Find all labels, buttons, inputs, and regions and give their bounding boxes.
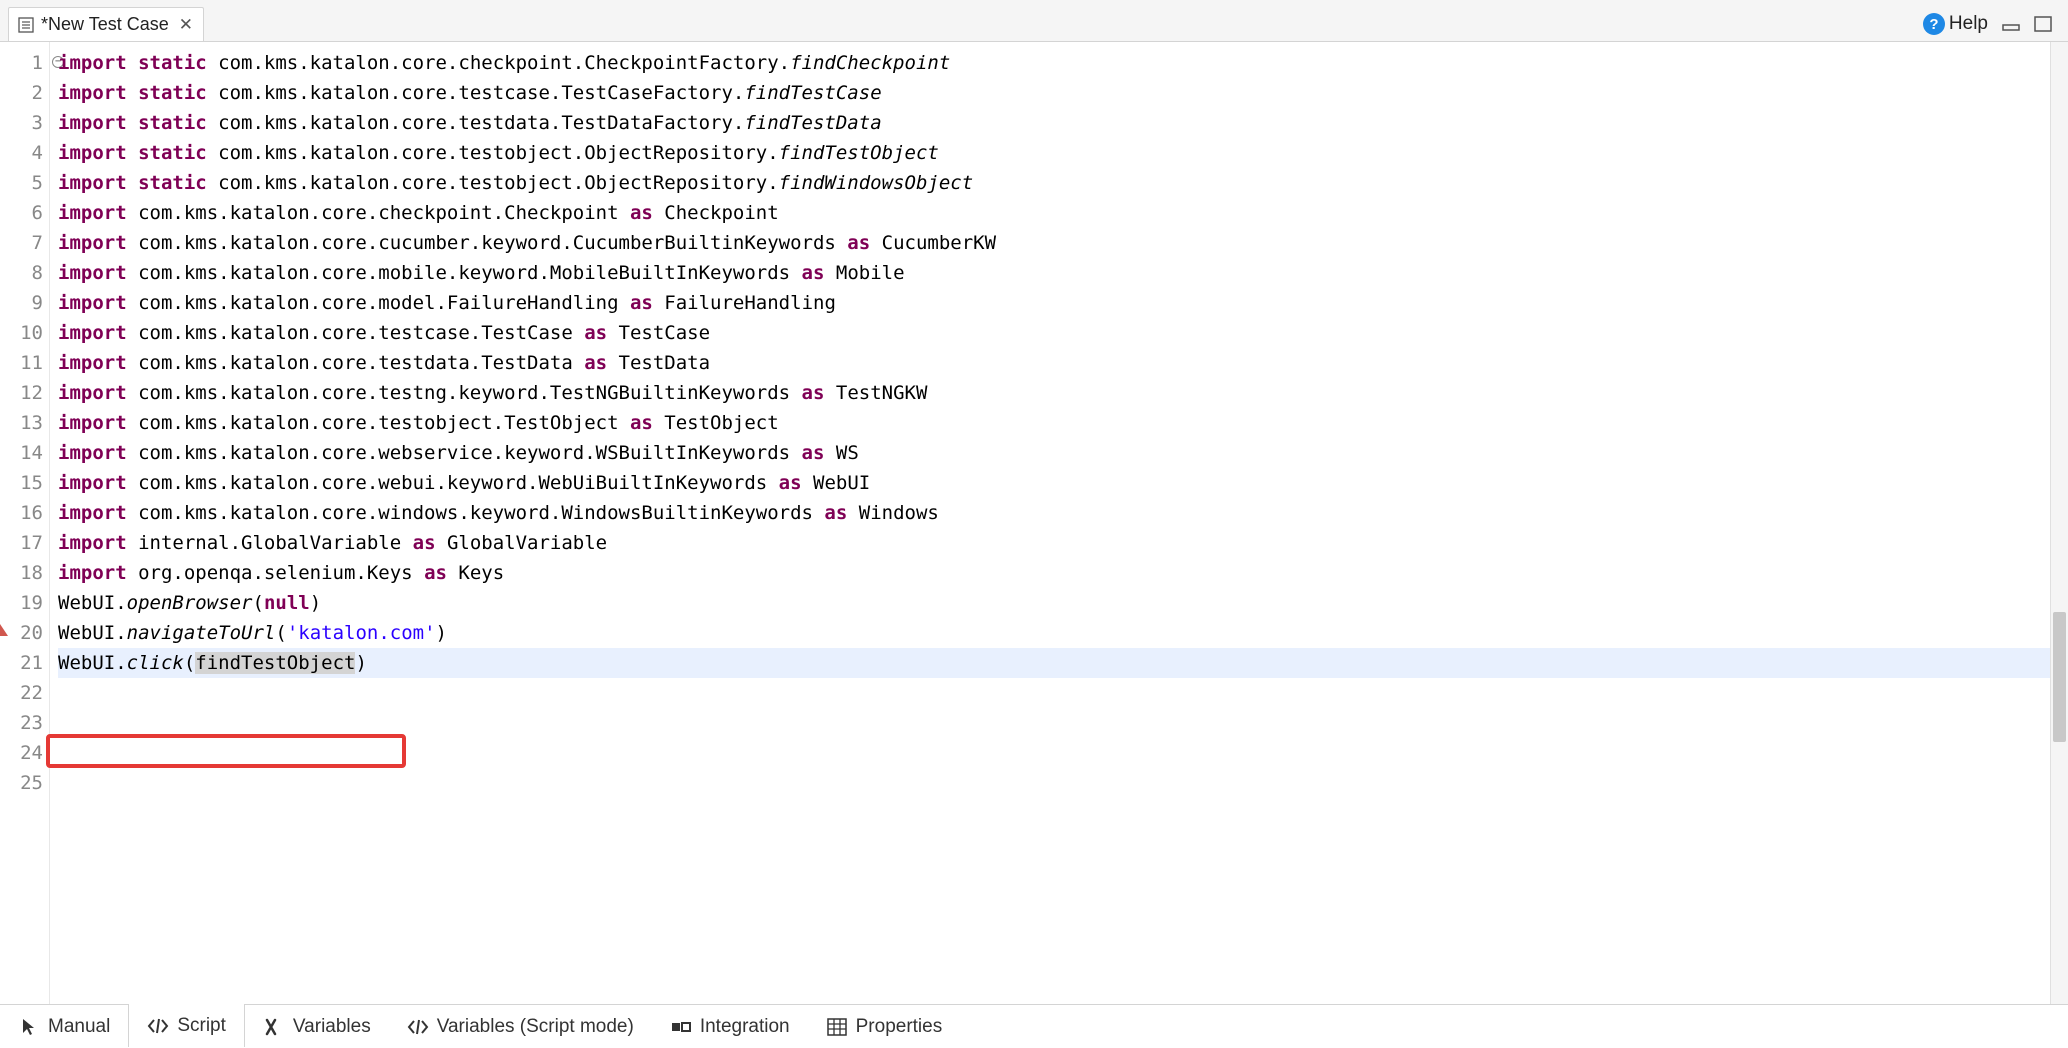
help-icon: ? [1923, 13, 1945, 35]
line-number: 4 [0, 138, 49, 168]
code-line[interactable]: import com.kms.katalon.core.testng.keywo… [58, 378, 2050, 408]
editor-tab[interactable]: *New Test Case ✕ [8, 7, 204, 41]
code-line[interactable]: import org.openqa.selenium.Keys as Keys [58, 558, 2050, 588]
bottom-tab-label: Variables (Script mode) [437, 1016, 634, 1038]
help-button[interactable]: ? Help [1923, 13, 1988, 35]
bottom-tab-script[interactable]: Script [128, 1004, 245, 1047]
code-line[interactable]: import com.kms.katalon.core.webui.keywor… [58, 468, 2050, 498]
line-number: 24 [0, 738, 49, 768]
line-number: 6 [0, 198, 49, 228]
code-line[interactable]: import com.kms.katalon.core.checkpoint.C… [58, 198, 2050, 228]
bottom-tab-properties[interactable]: Properties [808, 1005, 961, 1048]
line-number: 1− [0, 48, 49, 78]
code-line[interactable]: import static com.kms.katalon.core.check… [58, 48, 2050, 78]
code-line[interactable]: import com.kms.katalon.core.testobject.T… [58, 408, 2050, 438]
minimize-icon[interactable] [2002, 17, 2020, 31]
line-number: 20 [0, 618, 49, 648]
line-number: 19 [0, 588, 49, 618]
line-number: 9 [0, 288, 49, 318]
line-number: 23 [0, 708, 49, 738]
code-line[interactable]: import com.kms.katalon.core.testdata.Tes… [58, 348, 2050, 378]
bottom-tab-label: Properties [856, 1016, 943, 1038]
bottom-tab-label: Variables [293, 1016, 371, 1038]
warning-marker-icon[interactable] [0, 624, 8, 636]
line-number: 3 [0, 108, 49, 138]
code-line[interactable]: import static com.kms.katalon.core.testo… [58, 168, 2050, 198]
bottom-tab-variables-script-mode-[interactable]: Variables (Script mode) [389, 1005, 652, 1048]
tab-close-icon[interactable]: ✕ [179, 15, 193, 35]
line-number: 22 [0, 678, 49, 708]
code-line[interactable]: import com.kms.katalon.core.windows.keyw… [58, 498, 2050, 528]
line-number: 5 [0, 168, 49, 198]
line-number: 7 [0, 228, 49, 258]
x-icon [263, 1017, 285, 1037]
code-icon [147, 1016, 169, 1036]
bottom-tab-label: Manual [48, 1016, 110, 1038]
code-line[interactable]: WebUI.openBrowser(null) [58, 588, 2050, 618]
code-line[interactable]: WebUI.navigateToUrl('katalon.com') [58, 618, 2050, 648]
code-line[interactable]: import static com.kms.katalon.core.testd… [58, 108, 2050, 138]
code-line[interactable]: import com.kms.katalon.core.webservice.k… [58, 438, 2050, 468]
testcase-icon [17, 16, 35, 34]
line-number: 16 [0, 498, 49, 528]
line-number: 13 [0, 408, 49, 438]
code-line[interactable]: import static com.kms.katalon.core.testo… [58, 138, 2050, 168]
line-number: 14 [0, 438, 49, 468]
plug-icon [670, 1017, 692, 1037]
bottom-tab-bar: Manual Script Variables Variables (Script m… [0, 1004, 2068, 1048]
code-icon [407, 1017, 429, 1037]
line-number: 15 [0, 468, 49, 498]
code-line[interactable]: import com.kms.katalon.core.testcase.Tes… [58, 318, 2050, 348]
line-number: 17 [0, 528, 49, 558]
bottom-tab-integration[interactable]: Integration [652, 1005, 808, 1048]
line-number: 25 [0, 768, 49, 798]
line-number: 18 [0, 558, 49, 588]
code-line[interactable]: import internal.GlobalVariable as Global… [58, 528, 2050, 558]
tab-title: *New Test Case [41, 14, 169, 35]
line-number: 11 [0, 348, 49, 378]
bottom-tab-label: Script [177, 1015, 226, 1037]
code-line[interactable]: import com.kms.katalon.core.mobile.keywo… [58, 258, 2050, 288]
scrollbar-thumb[interactable] [2053, 612, 2066, 742]
title-tab-bar: *New Test Case ✕ ? Help [0, 0, 2068, 42]
bottom-tab-label: Integration [700, 1016, 790, 1038]
help-label: Help [1949, 13, 1988, 35]
code-area[interactable]: import static com.kms.katalon.core.check… [50, 42, 2050, 1004]
code-line[interactable]: import com.kms.katalon.core.cucumber.key… [58, 228, 2050, 258]
grid-icon [826, 1017, 848, 1037]
code-line[interactable]: WebUI.click(findTestObject) [58, 648, 2050, 678]
highlight-annotation [46, 734, 406, 768]
line-number: 12 [0, 378, 49, 408]
line-number: 2 [0, 78, 49, 108]
cursor-icon [18, 1017, 40, 1037]
bottom-tab-variables[interactable]: Variables [245, 1005, 389, 1048]
line-number: 10 [0, 318, 49, 348]
maximize-icon[interactable] [2034, 16, 2052, 32]
line-number: 8 [0, 258, 49, 288]
bottom-tab-manual[interactable]: Manual [0, 1005, 128, 1048]
line-number-gutter: 1−23456789101112131415161718192021222324… [0, 42, 50, 1004]
code-line[interactable]: import static com.kms.katalon.core.testc… [58, 78, 2050, 108]
vertical-scrollbar[interactable] [2050, 42, 2068, 1004]
code-editor[interactable]: 1−23456789101112131415161718192021222324… [0, 42, 2068, 1004]
line-number: 21 [0, 648, 49, 678]
code-line[interactable]: import com.kms.katalon.core.model.Failur… [58, 288, 2050, 318]
